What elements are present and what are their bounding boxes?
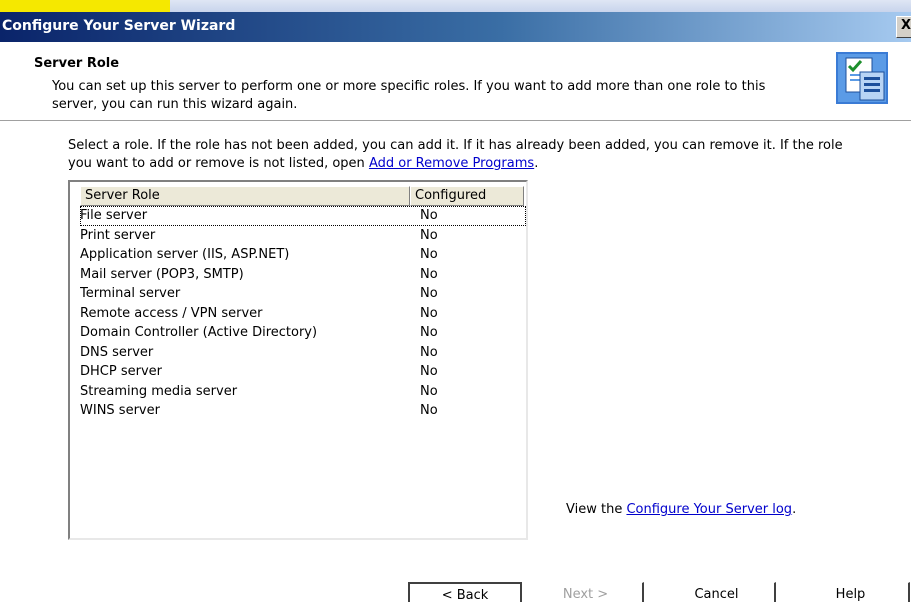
role-name: DHCP server [80, 364, 162, 379]
list-header: Server Role Configured [80, 186, 524, 206]
help-button[interactable]: Help [792, 582, 910, 602]
log-text: View the [566, 502, 627, 517]
list-item[interactable]: Streaming media server No [80, 382, 526, 402]
role-name: Print server [80, 227, 156, 243]
title-bar[interactable]: Configure Your Server Wizard X [0, 12, 911, 42]
page-title: Server Role [34, 56, 120, 71]
list-item[interactable]: Terminal server No [80, 284, 526, 304]
list-item[interactable]: Mail server (POP3, SMTP) No [80, 265, 526, 285]
role-configured: No [420, 286, 438, 301]
instructions-period: . [534, 156, 539, 171]
column-header-configured[interactable]: Configured [410, 186, 524, 206]
role-name: WINS server [80, 403, 160, 418]
top-strip [0, 0, 911, 12]
list-rows: File server No Print server No Applicati… [80, 206, 526, 421]
role-name: Remote access / VPN server [80, 305, 263, 321]
role-configured: No [420, 383, 438, 399]
role-configured: No [420, 403, 438, 418]
role-name: Mail server (POP3, SMTP) [80, 266, 244, 282]
wizard-window: Configure Your Server Wizard X Server Ro… [0, 0, 911, 602]
list-item[interactable]: File server No [80, 206, 526, 226]
list-item[interactable]: Print server No [80, 226, 526, 246]
role-name: Terminal server [80, 286, 181, 301]
role-configured: No [420, 208, 438, 223]
role-name: Application server (IIS, ASP.NET) [80, 247, 290, 262]
role-configured: No [420, 266, 438, 282]
highlight-strip [0, 0, 170, 12]
role-configured: No [420, 247, 438, 262]
role-name: DNS server [80, 344, 154, 360]
wizard-header: Server Role You can set up this server t… [0, 42, 911, 120]
role-configured: No [420, 344, 438, 360]
next-button[interactable]: Next > [528, 582, 644, 602]
wizard-checklist-icon [836, 52, 888, 104]
list-item[interactable]: Domain Controller (Active Directory) No [80, 323, 526, 343]
list-item[interactable]: Application server (IIS, ASP.NET) No [80, 245, 526, 265]
role-name: Domain Controller (Active Directory) [80, 325, 318, 340]
add-remove-programs-link[interactable]: Add or Remove Programs [369, 156, 534, 171]
window-title: Configure Your Server Wizard [2, 18, 236, 34]
configure-server-log-link[interactable]: Configure Your Server log [626, 502, 792, 517]
role-name: Streaming media server [80, 383, 238, 399]
server-role-list[interactable]: Server Role Configured File server No Pr… [68, 180, 528, 540]
log-line: View the Configure Your Server log. [566, 502, 796, 517]
list-item[interactable]: DHCP server No [80, 362, 526, 382]
page-description: You can set up this server to perform on… [52, 79, 766, 112]
cancel-button[interactable]: Cancel [658, 582, 776, 602]
role-configured: No [420, 227, 438, 243]
role-name: File server [80, 208, 148, 223]
role-configured: No [420, 325, 438, 340]
instructions: Select a role. If the role has not been … [68, 137, 848, 173]
column-header-server-role[interactable]: Server Role [80, 186, 410, 206]
list-item[interactable]: Remote access / VPN server No [80, 304, 526, 324]
wizard-body: Select a role. If the role has not been … [0, 122, 911, 602]
back-button[interactable]: < Back [408, 582, 522, 602]
list-item[interactable]: WINS server No [80, 401, 526, 421]
close-icon[interactable]: X [896, 16, 911, 38]
role-configured: No [420, 364, 438, 379]
role-configured: No [420, 305, 438, 321]
list-item[interactable]: DNS server No [80, 343, 526, 363]
log-period: . [792, 502, 797, 517]
